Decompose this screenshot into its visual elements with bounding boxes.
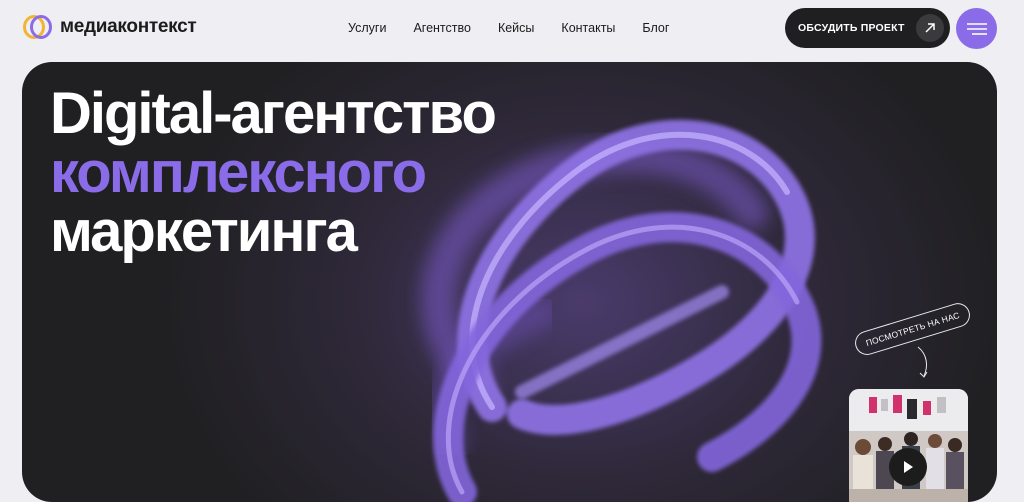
play-icon bbox=[904, 461, 913, 473]
nav-link-services[interactable]: Услуги bbox=[348, 21, 386, 35]
nav-link-blog[interactable]: Блог bbox=[642, 21, 669, 35]
hamburger-icon bbox=[966, 22, 987, 35]
hero-headline: Digital-агентство комплексного маркетинг… bbox=[50, 81, 497, 264]
play-button[interactable] bbox=[889, 448, 927, 486]
discuss-project-label: ОБСУДИТЬ ПРОЕКТ bbox=[798, 22, 905, 34]
headline-line-1: Digital-агентство bbox=[50, 81, 497, 146]
hero-section: Digital-агентство комплексного маркетинг… bbox=[22, 62, 997, 502]
logo-icon bbox=[23, 15, 52, 39]
menu-button[interactable] bbox=[956, 8, 997, 49]
site-header: медиаконтекст Услуги Агентство Кейсы Кон… bbox=[0, 0, 1024, 60]
nav-link-contacts[interactable]: Контакты bbox=[561, 21, 615, 35]
headline-line-3: маркетинга bbox=[50, 199, 358, 264]
main-nav: Услуги Агентство Кейсы Контакты Блог bbox=[348, 21, 696, 35]
curved-arrow-icon bbox=[917, 346, 928, 378]
discuss-project-button[interactable]: ОБСУДИТЬ ПРОЕКТ bbox=[785, 8, 950, 48]
logo-text: медиаконтекст bbox=[60, 16, 197, 37]
logo[interactable]: медиаконтекст bbox=[22, 14, 197, 40]
nav-link-cases[interactable]: Кейсы bbox=[498, 21, 534, 35]
headline-line-2: комплексного bbox=[50, 140, 427, 205]
nav-link-agency[interactable]: Агентство bbox=[413, 21, 471, 35]
arrow-up-right-icon bbox=[916, 14, 944, 42]
video-preview-card[interactable] bbox=[849, 389, 968, 502]
